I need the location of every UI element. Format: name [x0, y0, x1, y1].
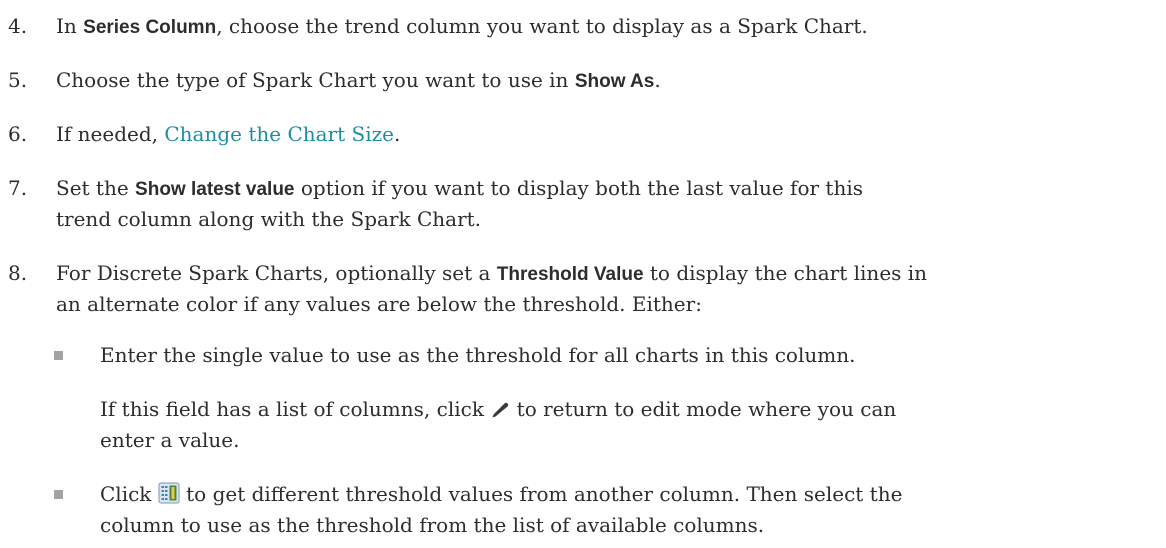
- step-number: 6.: [8, 122, 28, 146]
- bullet-item-2-continued: column to use as the threshold from the …: [100, 513, 765, 537]
- bullet-item-2: Click to get different threshold values …: [100, 479, 902, 513]
- step-text: trend column along with the Spark Chart.: [56, 207, 482, 231]
- ui-term: Series Column: [83, 17, 217, 38]
- pencil-icon[interactable]: [490, 397, 510, 428]
- step-text: an alternate color if any values are bel…: [56, 292, 702, 316]
- document-page: { "steps": [ {"num": "4.", "t1": "In ", …: [0, 0, 1166, 548]
- bullet-1-note-continued: enter a value.: [100, 428, 240, 452]
- change-chart-size-link[interactable]: Change the Chart Size: [164, 122, 394, 146]
- step-number: 8.: [8, 261, 28, 285]
- ui-term: Show latest value: [135, 179, 295, 200]
- step-number: 4.: [8, 14, 28, 38]
- bullet-marker: [54, 351, 63, 360]
- step-text: Set the Show latest value option if you …: [56, 176, 863, 200]
- step-text: Choose the type of Spark Chart you want …: [56, 68, 661, 92]
- ui-term: Show As: [574, 71, 655, 92]
- ui-term: Threshold Value: [496, 264, 644, 285]
- step-text: In Series Column, choose the trend colum…: [56, 14, 868, 38]
- step-number: 5.: [8, 68, 28, 92]
- bullet-item-1: Enter the single value to use as the thr…: [100, 343, 856, 367]
- bullet-marker: [54, 490, 63, 499]
- step-text: For Discrete Spark Charts, optionally se…: [56, 261, 928, 285]
- step-number: 7.: [8, 176, 28, 200]
- bullet-1-note: If this field has a list of columns, cli…: [100, 394, 896, 428]
- column-list-icon[interactable]: [158, 482, 180, 513]
- step-text: If needed, Change the Chart Size.: [56, 122, 401, 146]
